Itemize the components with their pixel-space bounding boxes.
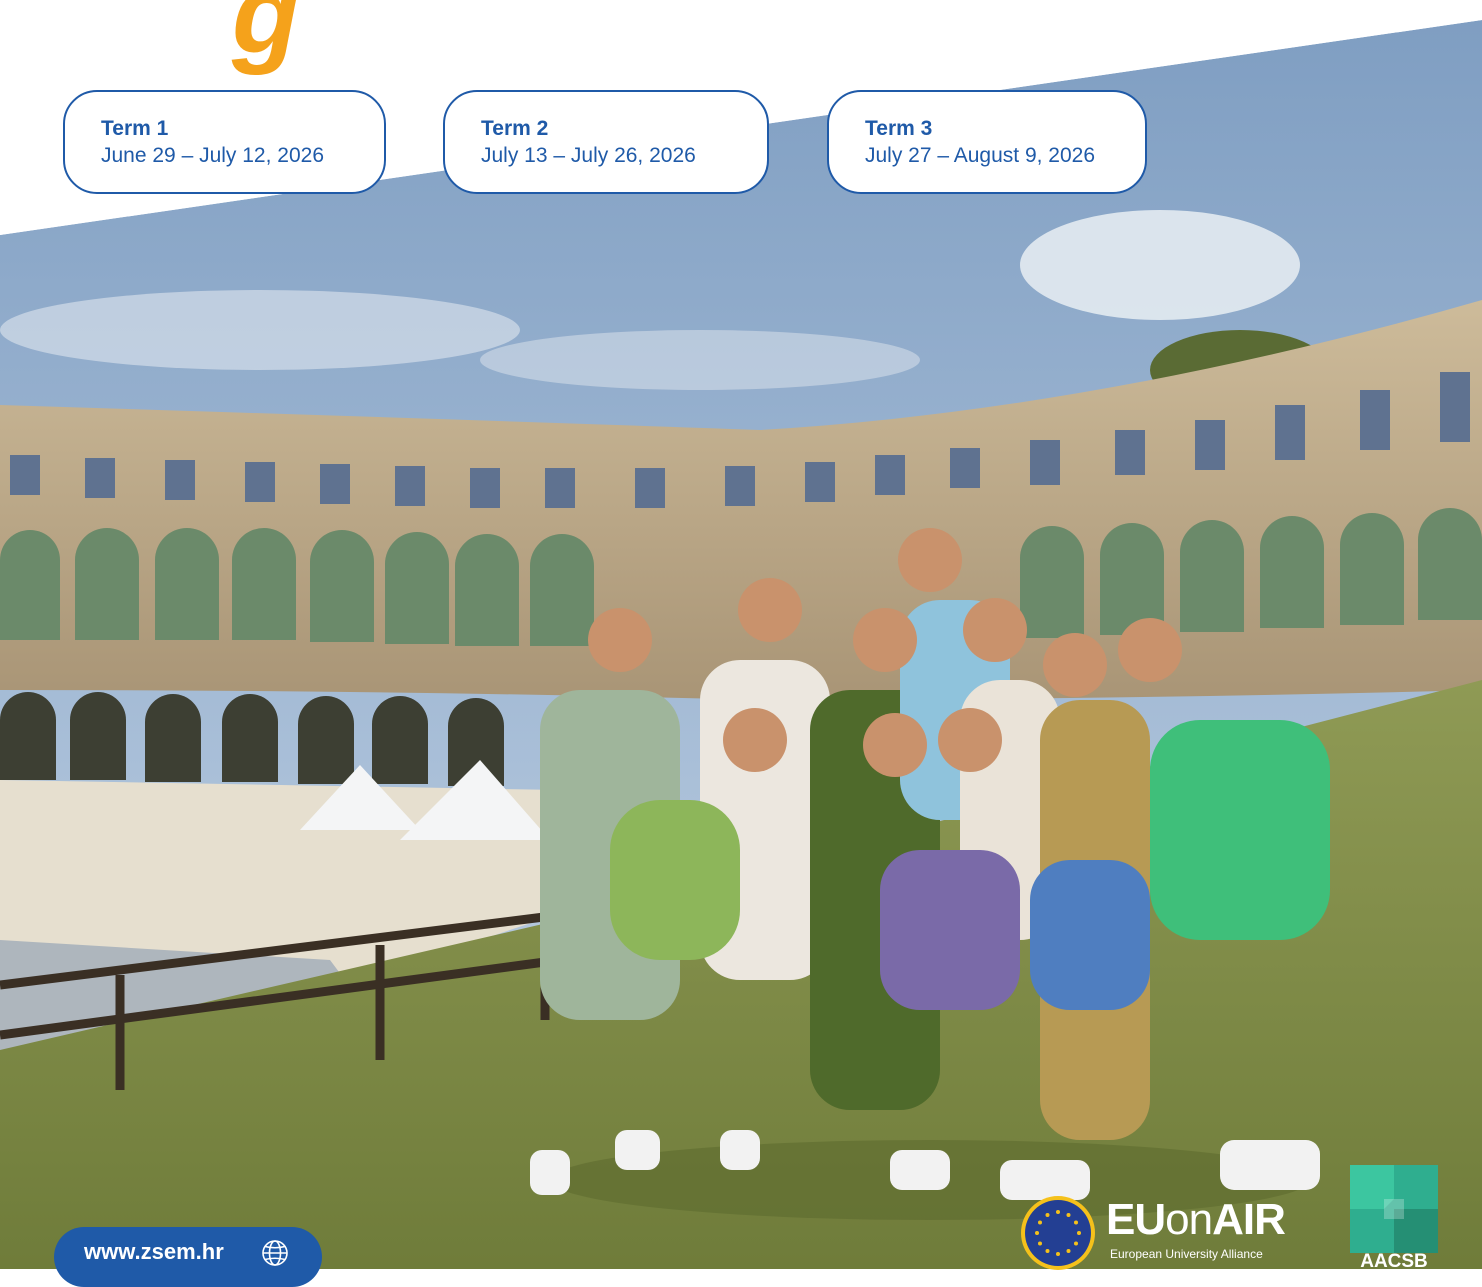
- headline-fragment: g: [232, 0, 300, 76]
- eu-stars-icon: [1021, 1196, 1095, 1270]
- aacsb-label: AACSB: [1360, 1251, 1428, 1272]
- term-card-2: Term 2 July 13 – July 26, 2026: [443, 90, 769, 194]
- term-2-title: Term 2: [481, 117, 549, 140]
- term-card-1: Term 1 June 29 – July 12, 2026: [63, 90, 386, 194]
- euonair-logo: EUonAIR European University Alliance: [1020, 1195, 1310, 1270]
- term-2-dates: July 13 – July 26, 2026: [481, 144, 696, 168]
- term-3-dates: July 27 – August 9, 2026: [865, 144, 1096, 168]
- term-1-dates: June 29 – July 12, 2026: [101, 144, 325, 168]
- website-link[interactable]: www.zsem.hr: [54, 1227, 322, 1287]
- website-label: www.zsem.hr: [84, 1239, 224, 1264]
- aacsb-logo: AACSB: [1350, 1165, 1438, 1272]
- poster: g Term 1 June 29 – July 12, 2026 Term 2 …: [0, 0, 1482, 1287]
- euonair-wordmark: EUonAIR: [1106, 1195, 1286, 1244]
- term-1-title: Term 1: [101, 117, 169, 140]
- aacsb-emblem-icon: [1350, 1165, 1438, 1253]
- euonair-tagline: European University Alliance: [1110, 1247, 1263, 1261]
- term-card-3: Term 3 July 27 – August 9, 2026: [827, 90, 1147, 194]
- term-3-title: Term 3: [865, 117, 933, 140]
